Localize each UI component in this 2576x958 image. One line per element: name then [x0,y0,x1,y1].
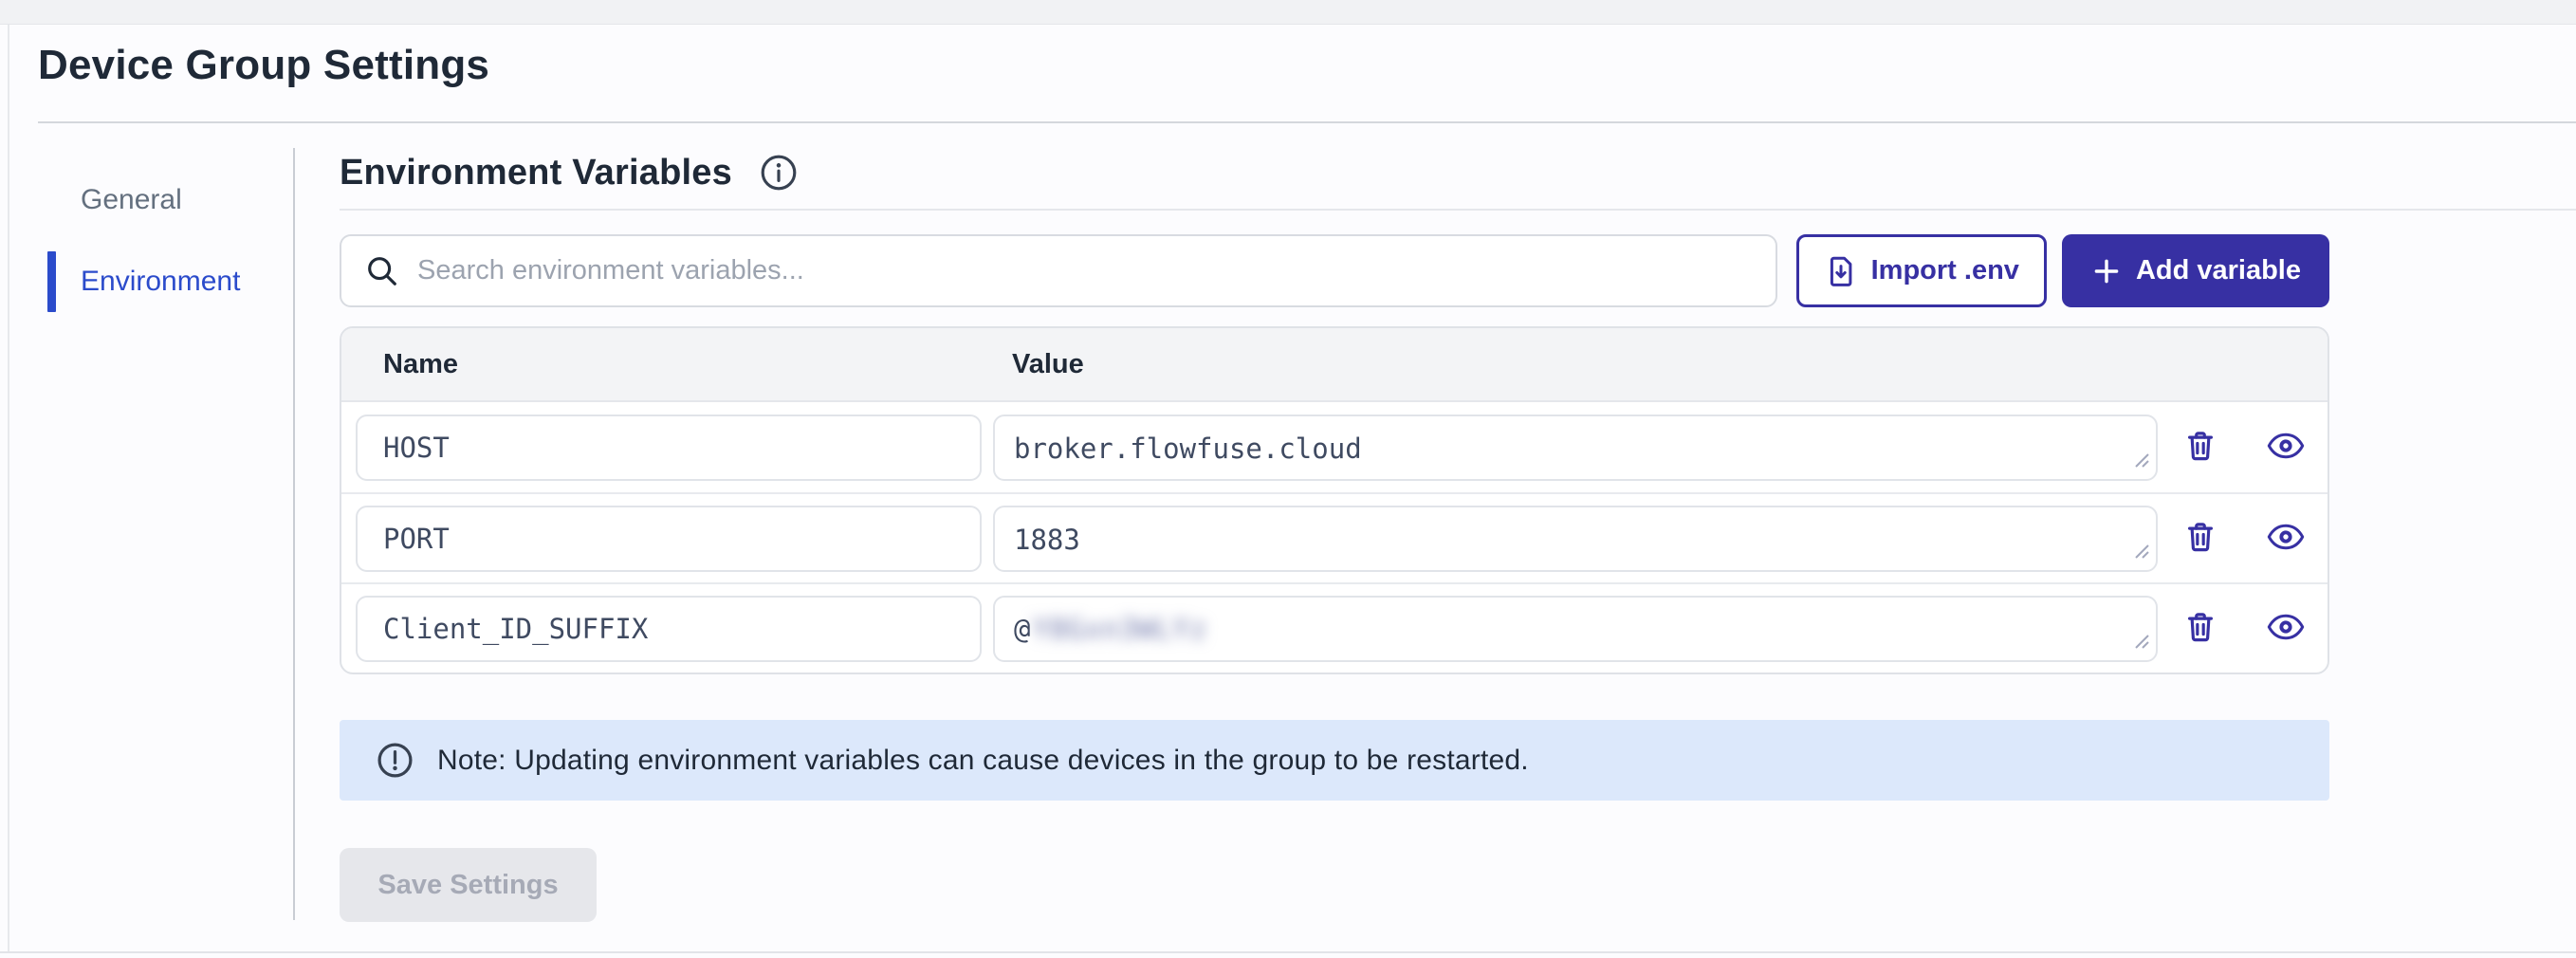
restart-note-banner: Note: Updating environment variables can… [340,720,2329,801]
sidebar-item-general[interactable]: General [47,159,293,241]
env-toolbar: Import .env Add variable [340,234,2329,307]
env-variables-table: Name Value broker.flowfuse.cloud [340,326,2329,674]
title-divider [38,121,2576,123]
eye-icon [2266,611,2306,646]
restart-note-text: Note: Updating environment variables can… [437,745,1529,777]
table-row: @ Y8Gxn3WLYz [341,582,2328,672]
add-variable-button[interactable]: Add variable [2062,234,2329,307]
eye-icon [2266,521,2306,556]
device-group-settings-page: Device Group Settings General Environmen… [0,25,2576,922]
page-title: Device Group Settings [38,42,2576,89]
window-top-strip [0,0,2576,25]
save-settings-button[interactable]: Save Settings [340,848,597,922]
masked-value-prefix: @ [1014,613,1030,645]
document-download-icon [1824,254,1858,288]
masked-value-blur: Y8Gxn3WLYz [1032,613,1207,645]
eye-icon [2266,430,2306,465]
env-value-textarea[interactable]: 1883 [993,506,2158,572]
toggle-visibility-button[interactable] [2266,430,2306,465]
search-input[interactable] [417,255,1757,286]
table-row: 1883 [341,492,2328,582]
env-name-input[interactable] [356,415,982,481]
delete-variable-button[interactable] [2182,519,2218,558]
sidebar-divider [293,148,295,920]
section-heading: Environment Variables [340,153,732,193]
toggle-visibility-button[interactable] [2266,521,2306,556]
env-value-masked-field[interactable]: @ Y8Gxn3WLYz [993,596,2158,662]
settings-side-nav: General Environment [38,148,293,922]
import-env-button[interactable]: Import .env [1796,234,2047,307]
delete-variable-button[interactable] [2182,609,2218,648]
env-name-input[interactable] [356,506,982,572]
env-value-textarea[interactable]: broker.flowfuse.cloud [993,415,2158,481]
section-divider [340,209,2576,211]
plus-icon [2090,255,2123,287]
delete-variable-button[interactable] [2182,428,2218,467]
sidebar-item-environment[interactable]: Environment [47,241,293,322]
column-header-name: Name [356,349,982,380]
search-box[interactable] [340,234,1777,307]
trash-icon [2182,609,2218,648]
table-header-row: Name Value [341,328,2328,402]
import-env-label: Import .env [1871,255,2019,286]
trash-icon [2182,428,2218,467]
column-header-value: Value [993,349,2158,380]
info-icon[interactable] [759,153,799,193]
search-icon [364,253,400,289]
sidebar-item-label: Environment [81,266,240,298]
add-variable-label: Add variable [2136,255,2301,286]
sidebar-item-label: General [81,184,182,216]
table-row: broker.flowfuse.cloud [341,402,2328,492]
toggle-visibility-button[interactable] [2266,611,2306,646]
env-name-input[interactable] [356,596,982,662]
environment-panel: Environment Variables [340,148,2576,922]
page-bottom-border [0,951,2576,953]
trash-icon [2182,519,2218,558]
exclamation-circle-icon [376,741,414,780]
